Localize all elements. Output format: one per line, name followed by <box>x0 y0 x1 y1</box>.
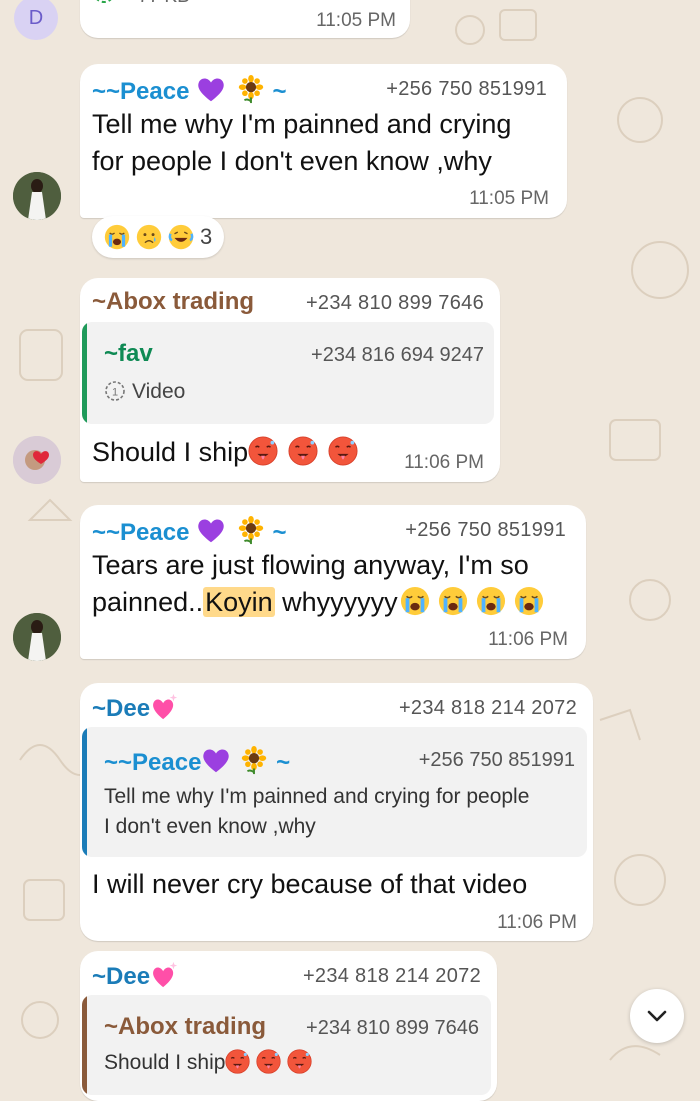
message-text: I will never cry because of that video <box>92 869 528 899</box>
quoted-sender: ~fav <box>104 340 153 367</box>
quoted-phone: +234 810 899 7646 <box>306 1017 479 1039</box>
message-time: 11:06 PM <box>488 629 568 650</box>
avatar-letter: D <box>28 6 44 29</box>
sender-name-row: ~Dee <box>92 959 180 991</box>
hot-face-icon <box>225 1049 250 1074</box>
quoted-sender: ~Abox trading <box>104 1013 267 1040</box>
sunflower-icon <box>239 745 269 775</box>
sender-phone: +234 818 214 2072 <box>302 965 481 987</box>
sender-name: ~~Peace <box>92 78 190 105</box>
quoted-message[interactable]: ~~Peace ~ +256 750 851991 Tell me why I'… <box>82 727 587 857</box>
message-bubble[interactable]: ~~Peace ~ +256 750 851991 Tears are just… <box>80 505 586 659</box>
quote-bar <box>82 995 87 1095</box>
quote-bar <box>82 322 87 424</box>
quoted-sender: ~~Peace <box>104 749 202 776</box>
message-bubble[interactable]: ~Dee +234 818 214 2072 ~Abox trading +23… <box>80 951 497 1101</box>
hot-face-icon <box>287 1049 312 1074</box>
sad-tear-icon <box>136 224 162 250</box>
message-time: 11:05 PM <box>316 10 396 31</box>
reaction-count: 3 <box>200 224 213 249</box>
quoted-sender-row: ~~Peace ~ <box>104 745 290 777</box>
chevron-down-icon <box>647 1010 667 1022</box>
hot-face-icon <box>248 436 278 466</box>
quoted-message[interactable]: ~Abox trading +234 810 899 7646 Should I… <box>82 995 491 1095</box>
message-bubble[interactable]: 77 KB 11:05 PM <box>80 0 410 38</box>
avatar[interactable] <box>13 613 61 661</box>
sender-phone: +234 818 214 2072 <box>398 697 577 719</box>
sender-name: ~Dee <box>92 695 151 722</box>
message-time: 11:06 PM <box>404 452 484 473</box>
message-text: painned.. <box>92 587 204 617</box>
quoted-text: I don't even know ,why <box>104 815 316 838</box>
sparkling-heart-icon <box>150 691 180 721</box>
sender-phone: +234 810 899 7646 <box>305 292 484 314</box>
message-text: Tears are just flowing anyway, I'm so <box>92 550 529 580</box>
sender-name: ~Dee <box>92 963 151 990</box>
purple-heart-icon <box>201 745 231 775</box>
message-time: 11:05 PM <box>469 188 549 209</box>
loudly-crying-icon <box>400 586 430 616</box>
hot-face-icon <box>256 1049 281 1074</box>
message-text: Tell me why I'm painned and crying <box>92 109 512 139</box>
sender-phone: +256 750 851991 <box>386 78 547 100</box>
file-size: 77 KB <box>138 0 190 8</box>
sender-name-row: ~~Peace ~ <box>92 74 286 106</box>
svg-text:1: 1 <box>112 387 118 399</box>
sparkling-heart-icon <box>150 959 180 989</box>
message-text-row: painned..Koyin whyyyyyy <box>92 584 544 621</box>
message-bubble[interactable]: ~Abox trading +234 810 899 7646 ~fav +23… <box>80 278 500 482</box>
joy-icon <box>168 224 194 250</box>
avatar[interactable] <box>13 436 61 484</box>
sender-phone: +256 750 851991 <box>405 519 566 541</box>
avatar-photo <box>13 436 61 484</box>
download-progress-icon <box>96 0 112 3</box>
message-bubble[interactable]: ~~Peace ~ +256 750 851991 Tell me why I'… <box>80 64 567 218</box>
message-text: whyyyyyy <box>274 587 398 617</box>
loudly-crying-icon <box>104 224 130 250</box>
avatar-photo <box>13 172 61 220</box>
message-text: for people I don't even know ,why <box>92 146 492 176</box>
sunflower-icon <box>236 74 266 104</box>
sunflower-icon <box>236 515 266 545</box>
loudly-crying-icon <box>476 586 506 616</box>
quoted-text: Should I ship <box>104 1051 226 1074</box>
purple-heart-icon <box>196 515 226 545</box>
hot-face-icon <box>288 436 318 466</box>
search-highlight: Koyin <box>203 587 275 617</box>
hot-face-icon <box>328 436 358 466</box>
avatar[interactable] <box>13 172 61 220</box>
quoted-phone: +234 816 694 9247 <box>311 344 484 366</box>
quoted-label: Video <box>132 380 186 403</box>
avatar-photo <box>13 613 61 661</box>
reactions-bar[interactable]: 3 <box>92 216 225 258</box>
quoted-text-row: Should I ship <box>104 1048 312 1078</box>
view-once-icon: 1 <box>105 381 125 401</box>
message-text: Should I ship <box>92 437 249 467</box>
sender-name-row: ~Dee <box>92 691 180 723</box>
scroll-to-bottom-button[interactable] <box>630 989 684 1043</box>
sender-name: ~~Peace <box>92 519 190 546</box>
loudly-crying-icon <box>514 586 544 616</box>
avatar[interactable]: D <box>14 0 58 40</box>
sender-name-row: ~~Peace ~ <box>92 515 286 547</box>
quoted-text: Tell me why I'm painned and crying for p… <box>104 785 530 808</box>
quoted-message[interactable]: ~fav +234 816 694 9247 1 Video <box>82 322 494 424</box>
quote-bar <box>82 727 87 857</box>
message-text-row: Should I ship <box>92 434 358 471</box>
message-bubble[interactable]: ~Dee +234 818 214 2072 ~~Peace ~ +256 75… <box>80 683 593 941</box>
loudly-crying-icon <box>438 586 468 616</box>
sender-name: ~Abox trading <box>92 288 255 315</box>
quoted-phone: +256 750 851991 <box>418 749 575 771</box>
message-time: 11:06 PM <box>497 912 577 933</box>
purple-heart-icon <box>196 74 226 104</box>
